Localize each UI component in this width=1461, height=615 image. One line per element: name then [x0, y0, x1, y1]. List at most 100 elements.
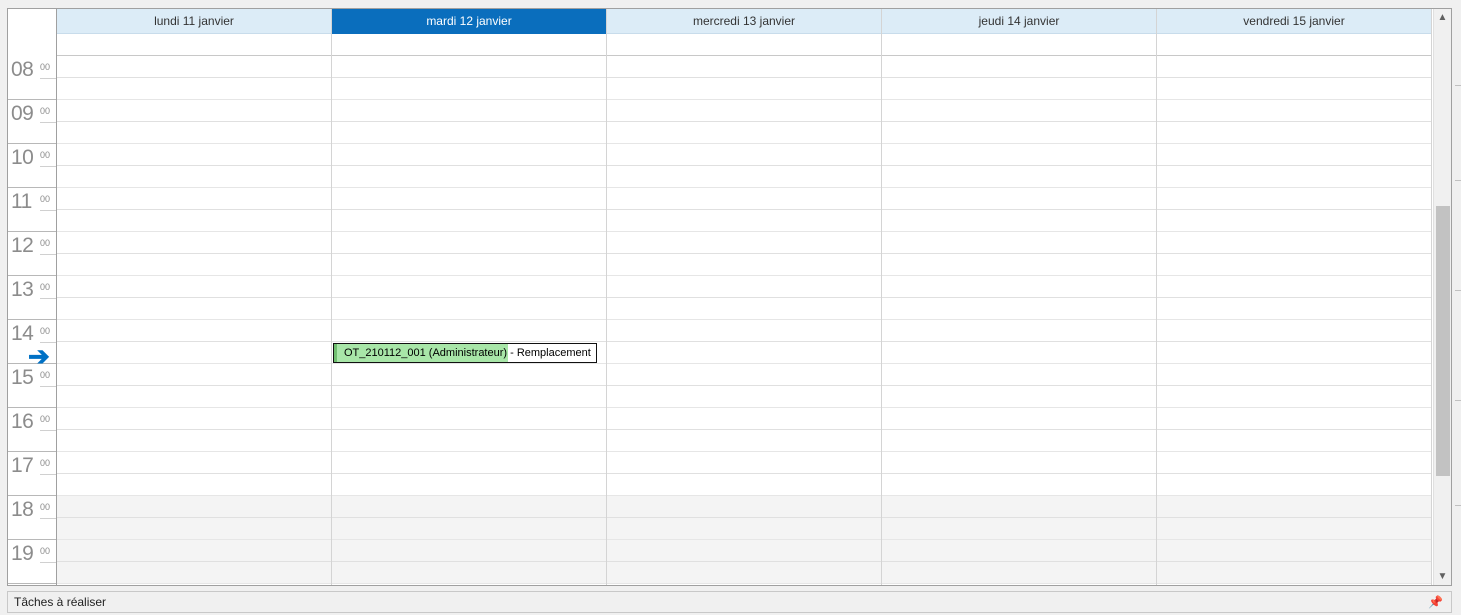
time-slot[interactable]: [882, 430, 1156, 452]
vertical-scrollbar[interactable]: ▲ ▼: [1433, 9, 1451, 585]
time-slot[interactable]: [57, 474, 331, 496]
time-slot[interactable]: [607, 298, 881, 320]
time-slot[interactable]: [57, 408, 331, 430]
time-slot[interactable]: [607, 364, 881, 386]
all-day-area[interactable]: [607, 34, 881, 56]
time-slot[interactable]: [607, 56, 881, 78]
time-slot[interactable]: [607, 540, 881, 562]
day-column[interactable]: mercredi 13 janvier: [607, 9, 882, 585]
time-slot[interactable]: [1157, 210, 1431, 232]
time-slot[interactable]: [1157, 496, 1431, 518]
time-slot[interactable]: [882, 166, 1156, 188]
time-slot[interactable]: [332, 78, 606, 100]
time-slot[interactable]: [57, 100, 331, 122]
scroll-up-icon[interactable]: ▲: [1434, 9, 1451, 26]
time-slot[interactable]: [1157, 188, 1431, 210]
time-slot[interactable]: [882, 474, 1156, 496]
time-slot[interactable]: [332, 518, 606, 540]
time-slot[interactable]: [1157, 254, 1431, 276]
day-header[interactable]: mercredi 13 janvier: [607, 9, 881, 34]
time-slot[interactable]: [332, 386, 606, 408]
time-slot[interactable]: [607, 100, 881, 122]
time-slot[interactable]: [332, 430, 606, 452]
time-slot[interactable]: [57, 144, 331, 166]
time-slot[interactable]: [332, 232, 606, 254]
time-slot[interactable]: [882, 496, 1156, 518]
appointment-event[interactable]: OT_210112_001 (Administrateur) - Remplac…: [333, 343, 597, 363]
time-slot[interactable]: [882, 210, 1156, 232]
time-slot[interactable]: [607, 254, 881, 276]
time-slot[interactable]: [1157, 364, 1431, 386]
time-slot[interactable]: [57, 518, 331, 540]
time-slot[interactable]: [607, 518, 881, 540]
time-slot[interactable]: [1157, 386, 1431, 408]
time-slot[interactable]: [607, 408, 881, 430]
time-slot[interactable]: [607, 342, 881, 364]
time-slot[interactable]: [607, 232, 881, 254]
time-slot[interactable]: [882, 78, 1156, 100]
time-slot[interactable]: [332, 210, 606, 232]
time-slot[interactable]: [607, 496, 881, 518]
time-slot[interactable]: [332, 122, 606, 144]
time-slot[interactable]: [1157, 342, 1431, 364]
time-slot[interactable]: [882, 518, 1156, 540]
time-slot[interactable]: [882, 100, 1156, 122]
all-day-area[interactable]: [1157, 34, 1431, 56]
time-slot[interactable]: [1157, 100, 1431, 122]
time-slot[interactable]: [332, 188, 606, 210]
time-slot[interactable]: [57, 78, 331, 100]
time-slot[interactable]: [332, 364, 606, 386]
time-slot[interactable]: [57, 386, 331, 408]
time-slot[interactable]: [57, 232, 331, 254]
time-slot[interactable]: [607, 78, 881, 100]
scroll-down-icon[interactable]: ▼: [1434, 568, 1451, 585]
all-day-area[interactable]: [332, 34, 606, 56]
time-slot[interactable]: [332, 408, 606, 430]
time-slot[interactable]: [332, 166, 606, 188]
time-slot[interactable]: [882, 122, 1156, 144]
time-slot[interactable]: [1157, 452, 1431, 474]
time-slot[interactable]: [607, 474, 881, 496]
time-slot[interactable]: [57, 320, 331, 342]
time-slot[interactable]: [882, 408, 1156, 430]
time-slot[interactable]: [607, 188, 881, 210]
time-slot[interactable]: [1157, 144, 1431, 166]
time-slot[interactable]: [607, 122, 881, 144]
day-column[interactable]: jeudi 14 janvier: [882, 9, 1157, 585]
time-slot[interactable]: [882, 188, 1156, 210]
time-slot[interactable]: [332, 540, 606, 562]
time-slot[interactable]: [332, 496, 606, 518]
time-slot[interactable]: [57, 430, 331, 452]
time-slot[interactable]: [882, 320, 1156, 342]
time-slot[interactable]: [607, 144, 881, 166]
time-slot[interactable]: [332, 474, 606, 496]
time-slot[interactable]: [57, 540, 331, 562]
time-slot[interactable]: [882, 452, 1156, 474]
time-slot[interactable]: [57, 188, 331, 210]
time-slot[interactable]: [882, 276, 1156, 298]
time-slot[interactable]: [57, 254, 331, 276]
time-slot[interactable]: [882, 298, 1156, 320]
time-slot[interactable]: [1157, 122, 1431, 144]
time-slot[interactable]: [1157, 276, 1431, 298]
time-slot[interactable]: [57, 562, 331, 584]
time-slot[interactable]: [1157, 408, 1431, 430]
time-slot[interactable]: [57, 210, 331, 232]
day-header[interactable]: lundi 11 janvier: [57, 9, 331, 34]
time-slot[interactable]: [57, 166, 331, 188]
time-slot[interactable]: [607, 430, 881, 452]
day-column[interactable]: vendredi 15 janvier: [1157, 9, 1432, 585]
time-slot[interactable]: [332, 56, 606, 78]
time-slot[interactable]: [57, 122, 331, 144]
time-slot[interactable]: [1157, 518, 1431, 540]
time-slot[interactable]: [332, 562, 606, 584]
time-slot[interactable]: [882, 232, 1156, 254]
time-slot[interactable]: [882, 386, 1156, 408]
time-slot[interactable]: [1157, 298, 1431, 320]
time-slot[interactable]: [1157, 232, 1431, 254]
time-slot[interactable]: [607, 320, 881, 342]
time-slot[interactable]: [607, 166, 881, 188]
day-column[interactable]: mardi 12 janvier OT_210112_001 (Administr…: [332, 9, 607, 585]
time-slot[interactable]: [57, 298, 331, 320]
all-day-area[interactable]: [882, 34, 1156, 56]
